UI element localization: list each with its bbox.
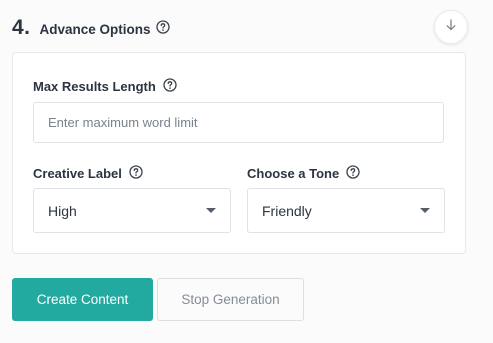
step-number: 4. <box>12 16 31 39</box>
max-results-input[interactable] <box>33 102 444 143</box>
section-title: Advance Options <box>39 22 151 37</box>
help-icon[interactable] <box>346 165 360 182</box>
max-results-label-row: Max Results Length <box>33 78 177 95</box>
tone-select[interactable]: Friendly <box>247 188 445 233</box>
tone-label: Choose a Tone <box>247 166 340 181</box>
tone-label-row: Choose a Tone <box>247 165 360 182</box>
caret-down-icon <box>206 208 216 213</box>
creative-label-select[interactable]: High <box>33 188 231 233</box>
help-icon[interactable] <box>129 165 143 182</box>
create-content-button[interactable]: Create Content <box>12 278 153 321</box>
section-header: 4. Advance Options <box>12 16 170 40</box>
caret-down-icon <box>420 208 430 213</box>
help-icon[interactable] <box>163 78 177 95</box>
tone-value: Friendly <box>262 202 312 219</box>
collapse-button[interactable] <box>434 10 468 44</box>
max-results-label: Max Results Length <box>33 79 156 94</box>
help-icon[interactable] <box>155 20 170 39</box>
arrow-down-icon <box>444 18 458 37</box>
creative-label-value: High <box>48 202 77 219</box>
stop-generation-button[interactable]: Stop Generation <box>157 278 304 321</box>
creative-label-row: Creative Label <box>33 165 143 182</box>
creative-label-label: Creative Label <box>33 166 122 181</box>
